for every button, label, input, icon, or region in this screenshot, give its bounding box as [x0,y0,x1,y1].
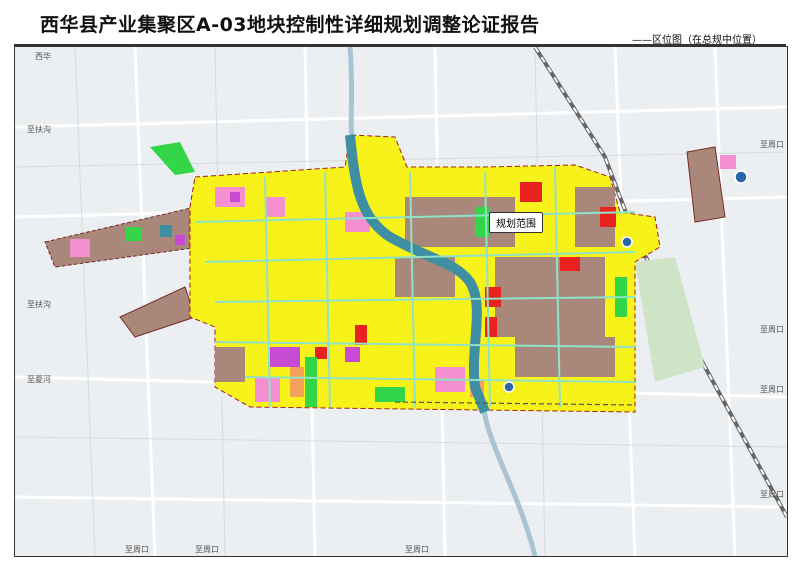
svg-text:至周口: 至周口 [405,545,429,554]
airport-icon[interactable] [734,170,748,184]
map-title: 西华县产业集聚区A-03地块控制性详细规划调整论证报告 [40,14,540,36]
svg-text:至扶沟: 至扶沟 [27,299,51,309]
svg-text:至周口: 至周口 [125,545,149,554]
planning-area-callout: 规划范围 [489,212,543,233]
bus-station-icon[interactable] [503,381,515,393]
svg-text:至夏河: 至夏河 [27,374,51,384]
map-svg: 至扶沟 至扶沟 至夏河 至周口 至周口 至周口 至周口 至周口 至周口 至周口 … [15,47,787,556]
svg-text:至周口: 至周口 [195,545,219,554]
svg-text:至周口: 至周口 [760,325,784,334]
svg-text:至周口: 至周口 [760,490,784,499]
svg-text:至扶沟: 至扶沟 [27,124,51,134]
train-station-icon[interactable] [621,236,633,248]
map-canvas[interactable]: 至扶沟 至扶沟 至夏河 至周口 至周口 至周口 至周口 至周口 至周口 至周口 … [14,46,788,557]
map-sheet: 西华县产业集聚区A-03地块控制性详细规划调整论证报告 ——区位图（在总规中位置… [0,0,800,565]
svg-text:至周口: 至周口 [760,385,784,394]
svg-text:至周口: 至周口 [760,140,784,149]
east-satellite-parcels [720,155,736,169]
svg-text:西华: 西华 [35,51,51,61]
